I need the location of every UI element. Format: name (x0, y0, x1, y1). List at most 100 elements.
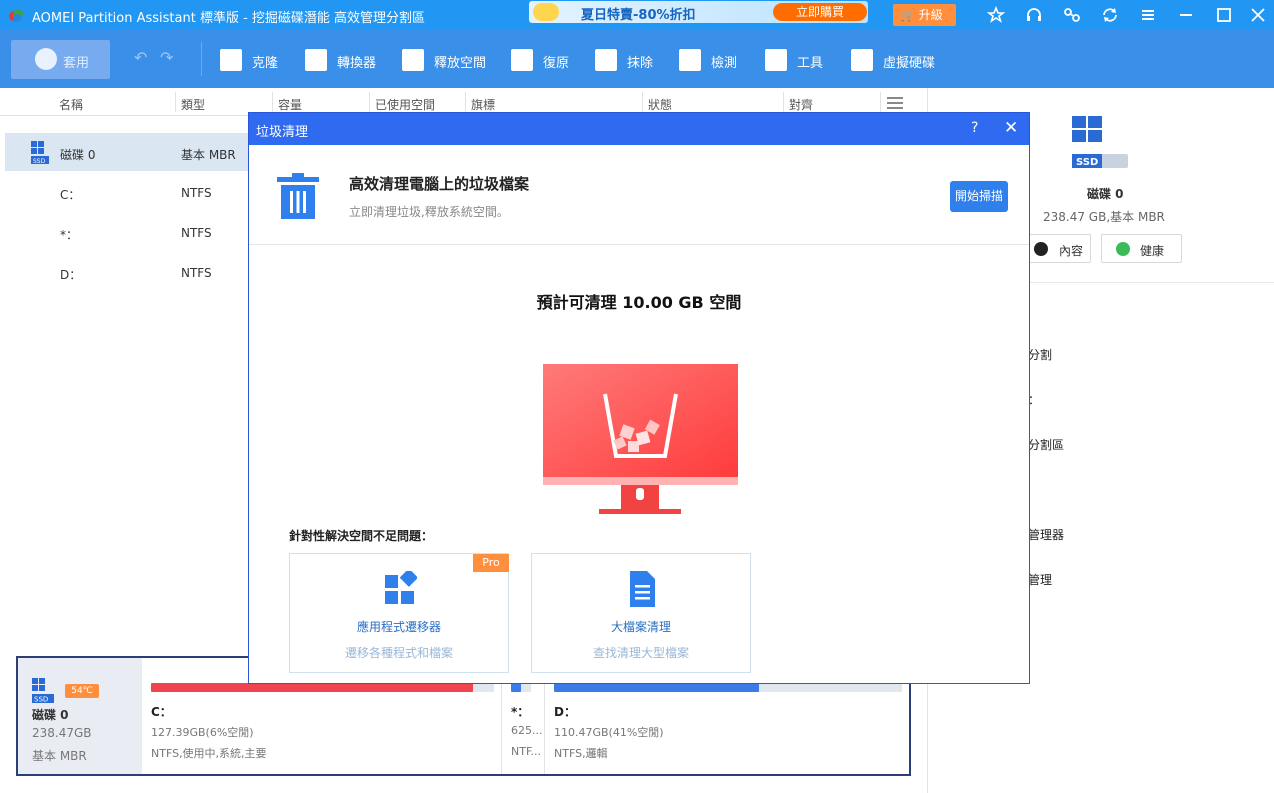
aomei-logo-icon (9, 9, 23, 22)
large-file-cleaner-card[interactable]: 大檔案清理 查找清理大型檔案 (531, 553, 751, 673)
svg-text:SSD: SSD (1076, 157, 1098, 168)
tool-label: 虛擬硬碟 (883, 56, 936, 71)
col-used[interactable]: 已使用空間 (375, 96, 435, 113)
card-title: 大檔案清理 (610, 620, 671, 634)
partition-name: C： (60, 188, 81, 202)
partition-label: C： (151, 705, 172, 719)
link-icon[interactable] (1063, 6, 1081, 24)
close-icon[interactable] (1249, 6, 1267, 24)
col-align[interactable]: 對齊 (789, 96, 813, 113)
upgrade-button[interactable]: 🛒 升級 (893, 4, 956, 26)
promo-text: 夏日特賣-80%折扣 (581, 8, 696, 23)
col-type[interactable]: 類型 (181, 96, 205, 113)
estimated-cleanup: 預計可清理 10.00 GB 空間 (536, 293, 742, 312)
operation-item[interactable]: 管理器 (1028, 526, 1064, 543)
disk-name: 磁碟 0 (32, 708, 69, 722)
col-status[interactable]: 狀態 (648, 96, 672, 113)
partition-type: NTFS (181, 226, 212, 240)
window-title: AOMEI Partition Assistant 標準版 - 挖掘磁碟潛能 高… (32, 11, 426, 26)
app-mover-card[interactable]: Pro 應用程式遷移器 遷移各種程式和檔案 (289, 553, 509, 673)
buy-now-button[interactable]: 立即購買 (773, 3, 867, 21)
card-title: 應用程式遷移器 (356, 620, 441, 634)
usage-bar (554, 683, 902, 692)
disk-map-disk[interactable]: SSD 54℃ 磁碟 0 238.47GB 基本 MBR (18, 658, 142, 774)
column-divider (175, 92, 176, 112)
partition-info: NTFS,邏輯 (554, 747, 608, 760)
main-toolbar: 套用 ↶ ↷ 克隆 轉換器 釋放空間 復原 抹除 檢測 工具 虛擬硬碟 (0, 30, 1274, 88)
usage-fill (554, 683, 760, 692)
headset-icon[interactable] (1025, 6, 1043, 24)
selected-disk-info: 238.47 GB,基本 MBR (1043, 210, 1165, 224)
disk-row[interactable]: SSD 磁碟 0 基本 MBR (5, 133, 248, 171)
tool-label: 抹除 (627, 56, 654, 71)
card-description: 遷移各種程式和檔案 (344, 646, 453, 660)
tool-label: 克隆 (252, 56, 279, 71)
properties-label: 內容 (1059, 244, 1084, 258)
tool-label: 檢測 (711, 56, 738, 71)
disk-size: 238.47GB (32, 726, 92, 740)
column-divider (783, 92, 784, 112)
convert-icon (305, 49, 327, 71)
dialog-divider (249, 244, 1029, 245)
column-divider (465, 92, 466, 112)
recover-icon (511, 49, 533, 71)
free-space-icon (402, 49, 424, 71)
undo-icon[interactable]: ↶ (134, 50, 150, 66)
apply-label: 套用 (63, 56, 90, 71)
usage-fill (151, 683, 474, 692)
column-divider (642, 92, 643, 112)
help-icon[interactable]: ? (971, 120, 978, 136)
solutions-title: 針對性解決空間不足問題： (289, 529, 434, 543)
partition-info: NTF... (511, 745, 541, 758)
operation-item[interactable]: 分割 (1028, 346, 1052, 363)
column-divider (369, 92, 370, 112)
info-icon (1034, 242, 1048, 256)
partition-row[interactable]: C： NTFS (5, 173, 248, 211)
virtual-disk-icon (851, 49, 873, 71)
health-label: 健康 (1140, 244, 1165, 258)
partition-type: NTFS (181, 266, 212, 280)
disk-name: 磁碟 0 (60, 148, 96, 162)
star-icon[interactable] (987, 6, 1005, 24)
start-scan-button[interactable]: 開始掃描 (950, 181, 1008, 212)
pro-badge: Pro (473, 554, 509, 572)
promo-banner[interactable]: 夏日特賣-80%折扣 立即購買 (529, 1, 868, 23)
partition-label: *： (511, 705, 530, 719)
tools-icon (765, 49, 787, 71)
dialog-subheading: 立即清理垃圾,釋放系統空間。 (349, 205, 509, 219)
health-button[interactable]: 健康 (1101, 234, 1182, 263)
partition-label: D： (554, 705, 576, 719)
col-capacity[interactable]: 容量 (278, 96, 302, 113)
promo-icon (533, 3, 559, 21)
properties-button[interactable]: 內容 (1020, 234, 1091, 263)
dialog-close-icon[interactable]: ✕ (1004, 118, 1018, 138)
operation-item[interactable]: 管理 (1028, 571, 1052, 588)
usage-bar (151, 683, 494, 692)
disk-type: 基本 MBR (32, 749, 87, 763)
menu-icon[interactable] (1139, 6, 1157, 24)
refresh-icon[interactable] (1101, 6, 1119, 24)
partition-row[interactable]: D： NTFS (5, 253, 248, 291)
column-divider (880, 92, 881, 112)
partition-name: D： (60, 268, 82, 282)
col-name[interactable]: 名稱 (59, 96, 83, 113)
redo-icon[interactable]: ↷ (160, 50, 176, 66)
apply-button[interactable]: 套用 (11, 40, 110, 79)
large-file-icon (630, 571, 655, 607)
partition-info: NTFS,使用中,系統,主要 (151, 747, 267, 760)
maximize-icon[interactable] (1215, 6, 1233, 24)
minimize-icon[interactable] (1177, 6, 1195, 24)
wipe-icon (595, 49, 617, 71)
partition-row[interactable]: *： NTFS (5, 213, 248, 251)
col-flag[interactable]: 旗標 (471, 96, 495, 113)
thumbs-up-icon (1116, 242, 1130, 256)
app-mover-icon (385, 571, 417, 604)
column-settings-icon[interactable] (887, 97, 903, 109)
tool-label: 釋放空間 (434, 56, 487, 71)
disk-type: 基本 MBR (181, 148, 236, 162)
test-icon (679, 49, 701, 71)
operation-item[interactable]: 分割區 (1028, 436, 1064, 453)
title-bar: AOMEI Partition Assistant 標準版 - 挖掘磁碟潛能 高… (0, 0, 1274, 30)
ssd-disk-icon: SSD (31, 141, 49, 165)
partition-capacity: 625... (511, 724, 543, 737)
